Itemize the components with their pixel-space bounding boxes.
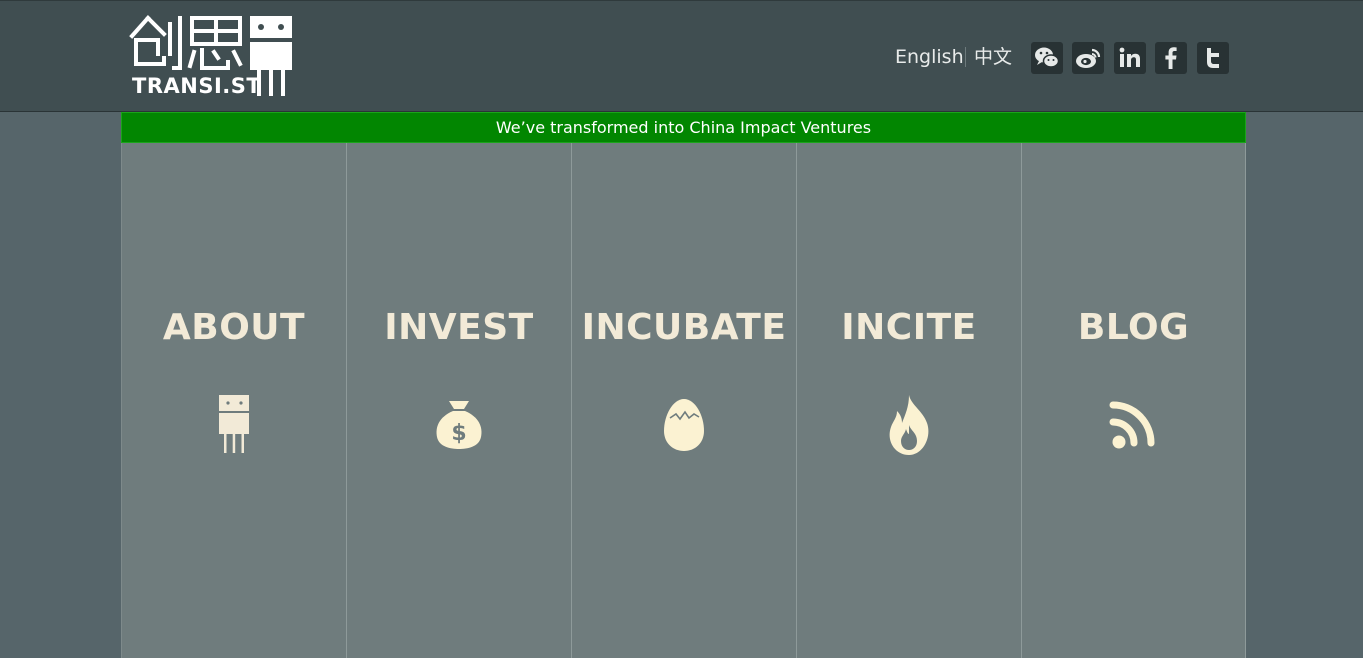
wechat-icon[interactable] bbox=[1031, 42, 1063, 74]
language-divider bbox=[965, 47, 966, 67]
transistor-icon bbox=[219, 395, 249, 453]
section-panels: ABOUT INVEST $ INCUBATE INCITE BLOG bbox=[121, 143, 1246, 658]
logo-text: TRANSI.ST bbox=[132, 74, 262, 98]
panel-invest[interactable]: INVEST $ bbox=[346, 143, 571, 658]
language-chinese-link[interactable]: 中文 bbox=[974, 43, 1012, 71]
panel-about[interactable]: ABOUT bbox=[121, 143, 346, 658]
announcement-banner[interactable]: We’ve transformed into China Impact Vent… bbox=[121, 112, 1246, 143]
logo-transistor-icon bbox=[250, 16, 292, 96]
site-header: TRANSI.ST English 中文 bbox=[0, 0, 1363, 112]
rss-icon bbox=[1109, 401, 1155, 449]
linkedin-icon[interactable] bbox=[1114, 42, 1146, 74]
panel-title: ABOUT bbox=[162, 307, 306, 348]
panel-title: INCITE bbox=[841, 307, 977, 348]
twitter-icon[interactable] bbox=[1197, 42, 1229, 74]
weibo-icon[interactable] bbox=[1072, 42, 1104, 74]
panel-title: INCUBATE bbox=[581, 307, 787, 348]
panel-title: BLOG bbox=[1077, 307, 1190, 348]
cracked-egg-icon bbox=[664, 399, 704, 451]
svg-text:$: $ bbox=[451, 421, 466, 446]
facebook-icon[interactable] bbox=[1155, 42, 1187, 74]
panel-incubate[interactable]: INCUBATE bbox=[571, 143, 796, 658]
money-bag-icon: $ bbox=[436, 401, 482, 449]
panel-blog[interactable]: BLOG bbox=[1021, 143, 1246, 658]
panel-title: INVEST bbox=[384, 307, 534, 348]
site-logo[interactable]: TRANSI.ST bbox=[128, 14, 294, 98]
logo-chinese-mark bbox=[129, 15, 243, 70]
language-english-link[interactable]: English bbox=[895, 43, 964, 71]
panel-incite[interactable]: INCITE bbox=[796, 143, 1021, 658]
flame-icon bbox=[889, 395, 929, 455]
